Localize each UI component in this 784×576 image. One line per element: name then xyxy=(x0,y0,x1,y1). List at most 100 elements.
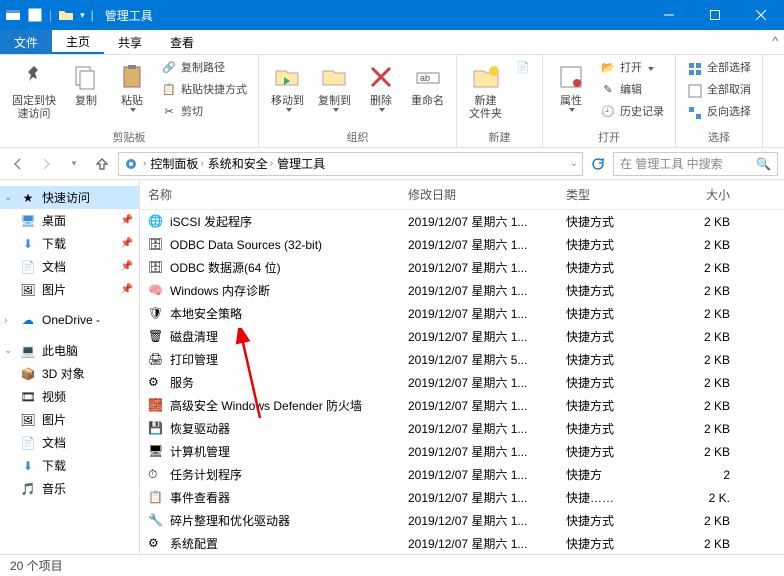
search-box[interactable]: 在 管理工具 中搜索 🔍 xyxy=(613,152,778,176)
history-button[interactable]: 🕘历史记录 xyxy=(597,103,667,123)
open-icon: 📂 xyxy=(600,61,616,77)
sidebar-onedrive[interactable]: ›☁OneDrive - xyxy=(0,309,139,331)
moveto-button[interactable]: 移动到 xyxy=(267,59,308,114)
paste-button[interactable]: 粘贴 xyxy=(112,59,152,114)
rename-button[interactable]: ab重命名 xyxy=(407,59,448,110)
menubar: 文件 主页 共享 查看 ^ xyxy=(0,30,784,55)
file-row[interactable]: 🗄ODBC Data Sources (32-bit)2019/12/07 星期… xyxy=(140,233,784,256)
newfolder-button[interactable]: 新建 文件夹 xyxy=(465,59,506,123)
newitem-button[interactable]: 📄 xyxy=(512,59,534,79)
copypath-button[interactable]: 🔗复制路径 xyxy=(158,59,250,79)
maximize-button[interactable] xyxy=(692,0,738,30)
refresh-button[interactable] xyxy=(587,152,609,176)
minimize-button[interactable] xyxy=(646,0,692,30)
link-icon: 🔗 xyxy=(161,61,177,77)
window-title: 管理工具 xyxy=(99,7,153,24)
delete-icon xyxy=(365,61,397,93)
file-row[interactable]: 💾恢复驱动器2019/12/07 星期六 1...快捷方式2 KB xyxy=(140,417,784,440)
open-button[interactable]: 📂打开 xyxy=(597,59,667,79)
navbar: ▾ › 控制面板 › 系统和安全 › 管理工具 ⌄ 在 管理工具 中搜索 🔍 xyxy=(0,148,784,180)
file-name: 系统配置 xyxy=(170,535,218,552)
forward-button[interactable] xyxy=(34,152,58,176)
file-date: 2019/12/07 星期六 1... xyxy=(400,282,558,299)
cloud-icon: ☁ xyxy=(20,312,36,328)
pc-icon: 💻 xyxy=(20,343,36,359)
file-row[interactable]: 🛡本地安全策略2019/12/07 星期六 1...快捷方式2 KB xyxy=(140,302,784,325)
sidebar-pictures[interactable]: 🖼图片📌 xyxy=(0,278,139,301)
file-size: 2 KB xyxy=(658,215,738,229)
edit-button[interactable]: ✎编辑 xyxy=(597,81,667,101)
file-name: 事件查看器 xyxy=(170,489,230,506)
qat-save-icon[interactable] xyxy=(27,7,43,23)
file-row[interactable]: 🗑磁盘清理2019/12/07 星期六 1...快捷方式2 KB xyxy=(140,325,784,348)
up-button[interactable] xyxy=(90,152,114,176)
group-organize-label: 组织 xyxy=(267,128,448,145)
sidebar-downloads[interactable]: ⬇下载📌 xyxy=(0,232,139,255)
file-name: 高级安全 Windows Defender 防火墙 xyxy=(170,397,362,414)
col-date[interactable]: 修改日期 xyxy=(400,186,558,203)
pasteshortcut-button[interactable]: 📋粘贴快捷方式 xyxy=(158,81,250,101)
tab-home[interactable]: 主页 xyxy=(52,30,104,54)
addr-dropdown[interactable]: ⌄ xyxy=(570,158,578,169)
doc-icon: 📄 xyxy=(20,435,36,451)
sidebar-3dobjects[interactable]: 📦3D 对象 xyxy=(0,362,139,385)
selectall-button[interactable]: 全部选择 xyxy=(684,59,754,79)
shortcut-icon: 📋 xyxy=(161,83,177,99)
file-row[interactable]: ⏱任务计划程序2019/12/07 星期六 1...快捷方 2 xyxy=(140,463,784,486)
address-bar[interactable]: › 控制面板 › 系统和安全 › 管理工具 ⌄ xyxy=(118,152,583,176)
crumb-2[interactable]: 管理工具 xyxy=(277,155,325,172)
file-type: 快捷方式 xyxy=(558,305,658,322)
sidebar-pictures2[interactable]: 🖼图片 xyxy=(0,408,139,431)
back-button[interactable] xyxy=(6,152,30,176)
tab-file[interactable]: 文件 xyxy=(0,30,52,54)
copyto-button[interactable]: 复制到 xyxy=(314,59,355,114)
close-button[interactable] xyxy=(738,0,784,30)
sidebar-videos[interactable]: 🎞视频 xyxy=(0,385,139,408)
ribbon-expand-icon[interactable]: ^ xyxy=(772,34,778,48)
group-clipboard-label: 剪贴板 xyxy=(8,128,250,145)
file-row[interactable]: 🔧碎片整理和优化驱动器2019/12/07 星期六 1...快捷方式2 KB xyxy=(140,509,784,532)
file-row[interactable]: 🖨打印管理2019/12/07 星期六 5...快捷方式2 KB xyxy=(140,348,784,371)
invert-button[interactable]: 反向选择 xyxy=(684,103,754,123)
file-row[interactable]: 🧱高级安全 Windows Defender 防火墙2019/12/07 星期六… xyxy=(140,394,784,417)
file-row[interactable]: 🖥计算机管理2019/12/07 星期六 1...快捷方式2 KB xyxy=(140,440,784,463)
qat-folder-icon[interactable] xyxy=(58,7,74,23)
crumb-1[interactable]: 系统和安全 › xyxy=(208,155,273,172)
ribbon: 固定到快 速访问 复制 粘贴 🔗复制路径 📋粘贴快捷方式 ✂剪切 剪贴板 移动到… xyxy=(0,55,784,148)
sidebar-music[interactable]: 🎵音乐 xyxy=(0,477,139,500)
file-row[interactable]: 🗄ODBC 数据源(64 位)2019/12/07 星期六 1...快捷方式2 … xyxy=(140,256,784,279)
selectnone-button[interactable]: 全部取消 xyxy=(684,81,754,101)
file-row[interactable]: 📋事件查看器2019/12/07 星期六 1...快捷……2 K. xyxy=(140,486,784,509)
copy-button[interactable]: 复制 xyxy=(66,59,106,110)
sidebar-quick-access[interactable]: ⌄★快速访问 xyxy=(0,186,139,209)
file-icon: ⏱ xyxy=(148,467,164,483)
file-row[interactable]: 🌐iSCSI 发起程序2019/12/07 星期六 1...快捷方式2 KB xyxy=(140,210,784,233)
properties-button[interactable]: 属性 xyxy=(551,59,591,114)
col-size[interactable]: 大小 xyxy=(658,186,738,203)
file-type: 快捷方式 xyxy=(558,328,658,345)
crumb-0[interactable]: 控制面板 › xyxy=(150,155,203,172)
sidebar-documents[interactable]: 📄文档📌 xyxy=(0,255,139,278)
download-icon: ⬇ xyxy=(20,458,36,474)
file-row[interactable]: ⚙系统配置2019/12/07 星期六 1...快捷方式2 KB xyxy=(140,532,784,554)
col-name[interactable]: 名称 xyxy=(140,186,400,203)
file-row[interactable]: ⚙服务2019/12/07 星期六 1...快捷方式2 KB xyxy=(140,371,784,394)
col-type[interactable]: 类型 xyxy=(558,186,658,203)
file-icon: 🔧 xyxy=(148,513,164,529)
file-date: 2019/12/07 星期六 1... xyxy=(400,420,558,437)
tab-share[interactable]: 共享 xyxy=(104,30,156,54)
sidebar-downloads2[interactable]: ⬇下载 xyxy=(0,454,139,477)
delete-button[interactable]: 删除 xyxy=(361,59,401,114)
sidebar-desktop[interactable]: 🖥桌面📌 xyxy=(0,209,139,232)
qat-dropdown[interactable]: ▾ xyxy=(80,10,85,21)
file-icon: 🗄 xyxy=(148,260,164,276)
tab-view[interactable]: 查看 xyxy=(156,30,208,54)
recent-button[interactable]: ▾ xyxy=(62,152,86,176)
file-name: 恢复驱动器 xyxy=(170,420,230,437)
cut-button[interactable]: ✂剪切 xyxy=(158,103,250,123)
sidebar-thispc[interactable]: ⌄💻此电脑 xyxy=(0,339,139,362)
pin-button[interactable]: 固定到快 速访问 xyxy=(8,59,60,123)
sidebar-documents2[interactable]: 📄文档 xyxy=(0,431,139,454)
moveto-icon xyxy=(272,61,304,93)
file-row[interactable]: 🧠Windows 内存诊断2019/12/07 星期六 1...快捷方式2 KB xyxy=(140,279,784,302)
